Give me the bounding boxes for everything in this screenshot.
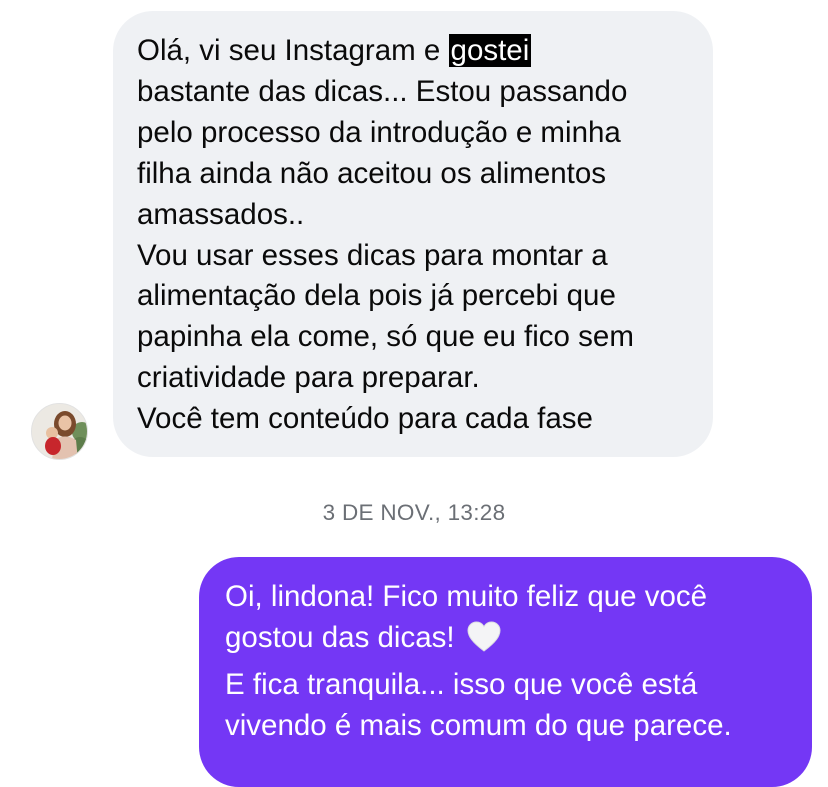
message-line: Oi, lindona! Fico muito feliz que você — [225, 580, 708, 613]
outgoing-message-bubble[interactable]: Oi, lindona! Fico muito feliz que você g… — [199, 557, 812, 787]
message-line: E fica tranquila... isso que você está — [225, 667, 698, 701]
message-line: filha ainda não aceitou os alimentos — [137, 156, 607, 190]
message-line: amassados.. — [137, 197, 305, 231]
sender-avatar[interactable] — [31, 403, 88, 460]
message-text: gostou das dicas! — [225, 620, 463, 654]
message-line: alimentação dela pois já percebi que — [137, 279, 616, 313]
message-line: bastante das dicas... Estou passando — [137, 74, 628, 108]
message-line: criatividade para preparar. — [137, 361, 480, 395]
message-line: vivendo é mais comum do que parece. — [225, 708, 732, 742]
message-text: Olá, vi seu Instagram e — [137, 34, 449, 67]
message-line: pelo processo da introdução e minha — [137, 115, 621, 149]
message-timestamp: 3 DE NOV., 13:28 — [322, 500, 506, 525]
incoming-message-bubble[interactable]: Olá, vi seu Instagram e gostei bastante … — [113, 11, 713, 457]
message-line: papinha ela come, só que eu fico sem — [137, 320, 634, 354]
avatar-photo — [32, 404, 87, 459]
message-line: gostou das dicas! — [225, 618, 792, 665]
message-line: Olá, vi seu Instagram e gostei — [137, 31, 693, 72]
message-line: Você tem conteúdo para cada fase — [137, 402, 593, 436]
message-line: Vou usar esses dicas para montar a — [137, 238, 608, 272]
white-heart-icon — [467, 621, 501, 665]
selected-text-highlight[interactable]: gostei — [448, 34, 532, 67]
